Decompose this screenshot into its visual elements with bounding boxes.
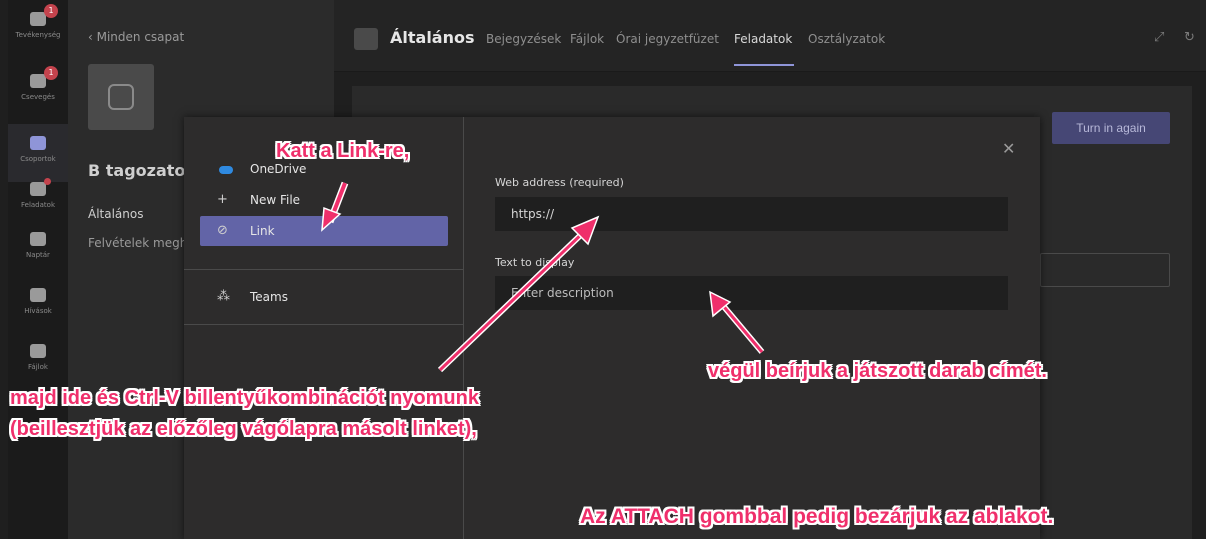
annotation-paste-line2: (beillesztjük az előzőleg vágólapra máso… [10,418,477,440]
close-icon[interactable]: ✕ [1002,139,1015,158]
rail-label: Naptár [26,251,50,259]
option-label: Teams [250,290,288,304]
plus-icon: + [217,192,228,207]
channel-title: Általános [390,28,475,47]
selected-tab-indicator [734,64,794,66]
text-to-display-input[interactable]: Enter description [495,276,1008,310]
file-icon [30,344,46,358]
teams-icon: ⁂ [217,289,230,304]
rail-label: Hívások [24,307,52,315]
option-link[interactable]: ⊘ Link [200,216,448,246]
bell-icon [30,12,46,26]
phone-icon [30,288,46,302]
rail-label: Feladatok [21,201,55,209]
assignments-dot [44,178,51,185]
tab-class-notebook[interactable]: Órai jegyzetfüzet [616,32,719,46]
turn-in-again-button[interactable]: Turn in again [1052,112,1170,144]
tab-files[interactable]: Fájlok [570,32,604,46]
option-label: Link [250,224,275,238]
channel-header: Általános Bejegyzések Fájlok Órai jegyze… [334,0,1206,72]
bag-icon [30,182,46,196]
teams-icon [30,136,46,150]
rail-label: Tevékenység [15,31,61,39]
cloud-icon [219,166,233,174]
option-label: OneDrive [250,162,307,176]
option-label: New File [250,193,301,207]
annotation-attach: Az ATTACH gombbal pedig bezárjuk az abla… [580,505,1054,528]
web-address-label: Web address (required) [495,176,624,189]
channel-item[interactable]: Általános [88,207,144,221]
tab-assignments[interactable]: Feladatok [734,32,792,46]
calendar-icon [30,232,46,246]
channel-item[interactable]: Felvételek megh [88,236,187,250]
attach-dialog: OneDrive + New File ⊘ Link ⁂ Teams ✕ Web… [184,117,1040,539]
attach-source-list: OneDrive + New File ⊘ Link ⁂ Teams [184,117,464,539]
chat-icon [30,74,46,88]
link-icon: ⊘ [217,223,228,238]
divider [184,324,464,325]
tab-posts[interactable]: Bejegyzések [486,32,561,46]
chat-badge: 1 [44,66,58,80]
annotation-paste-line1: majd ide és Ctrl-V billentyűkombinációt … [10,387,479,409]
team-people-icon [108,84,134,110]
team-name: B tagozatos [88,161,195,180]
channel-team-icon [354,28,378,50]
back-to-all-teams[interactable]: ‹ Minden csapat [88,30,184,44]
refresh-icon[interactable]: ↻ [1184,30,1195,45]
tab-grades[interactable]: Osztályzatok [808,32,885,46]
team-avatar [88,64,154,130]
rail-chat[interactable]: 1 Csevegés [8,62,68,120]
rail-label: Csoportok [20,155,56,163]
annotation-click-link: Katt a Link-re, [276,140,410,162]
rail-calendar[interactable]: Naptár [8,220,68,278]
option-new-file[interactable]: + New File [200,185,448,215]
option-teams[interactable]: ⁂ Teams [200,282,448,312]
rail-calls[interactable]: Hívások [8,276,68,334]
rail-activity[interactable]: 1 Tevékenység [8,0,68,58]
divider [184,269,464,270]
annotation-enter-title: végül beírjuk a játszott darab címét. [708,360,1047,382]
background-field [1040,253,1170,287]
web-address-input[interactable]: https:// [495,197,1008,231]
app-rail: 1 Tevékenység 1 Csevegés Csoportok Felad… [8,0,68,539]
rail-label: Fájlok [28,363,48,371]
activity-badge: 1 [44,4,58,18]
text-to-display-label: Text to display [495,256,575,269]
rail-files[interactable]: Fájlok [8,332,68,390]
expand-icon[interactable]: ⤢ [1154,30,1164,45]
rail-label: Csevegés [21,93,55,101]
